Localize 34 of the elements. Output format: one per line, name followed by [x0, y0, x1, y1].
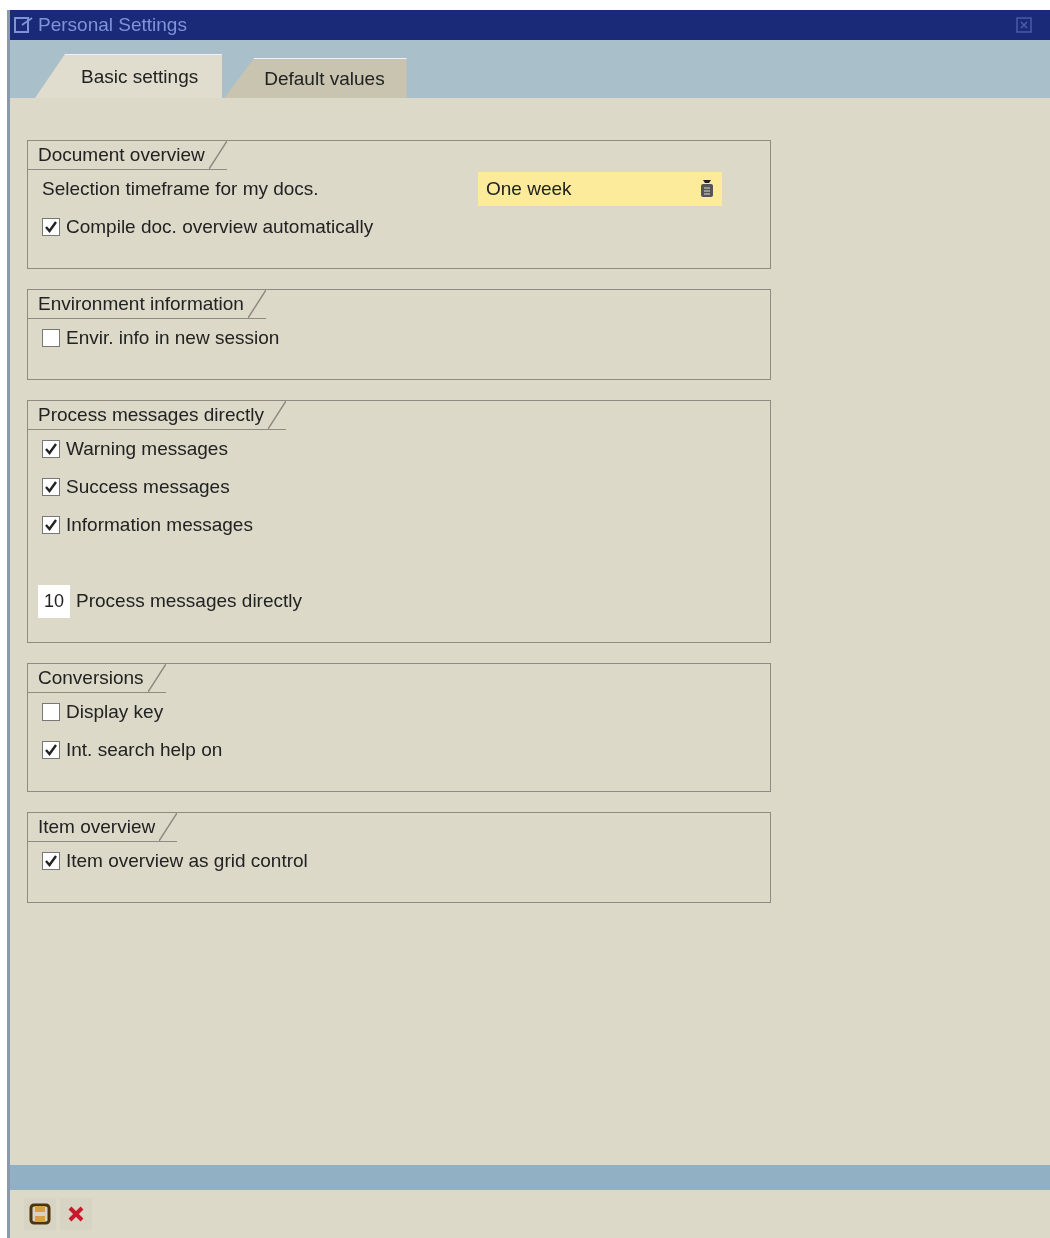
checkbox[interactable]: [42, 741, 60, 759]
checkbox[interactable]: [42, 440, 60, 458]
checkbox[interactable]: [42, 329, 60, 347]
checkbox-label: Display key: [66, 701, 164, 723]
field-label: Selection timeframe for my docs.: [42, 178, 319, 200]
checkbox-label: Warning messages: [66, 438, 228, 460]
checkbox-label: Success messages: [66, 476, 230, 498]
timeframe-dropdown[interactable]: One week: [478, 172, 722, 206]
window-title: Personal Settings: [38, 14, 187, 36]
checkbox-label: Compile doc. overview automatically: [66, 216, 374, 238]
checkbox[interactable]: [42, 218, 60, 236]
tab[interactable]: Default values: [224, 58, 407, 98]
group-title: Environment information: [28, 290, 266, 319]
number-field[interactable]: 10: [38, 584, 71, 618]
list-icon: [700, 180, 714, 198]
save-button[interactable]: [24, 1198, 56, 1230]
checkbox-label: Item overview as grid control: [66, 850, 308, 872]
tab[interactable]: Basic settings: [35, 54, 223, 98]
window-icon: [14, 16, 34, 34]
checkbox[interactable]: [42, 852, 60, 870]
group-title: Conversions: [28, 664, 166, 693]
field-label: Process messages directly: [76, 590, 302, 612]
group-title: Item overview: [28, 813, 178, 842]
checkbox[interactable]: [42, 478, 60, 496]
close-icon: [66, 1204, 86, 1224]
checkbox-label: Envir. info in new session: [66, 327, 280, 349]
group-title: Process messages directly: [28, 401, 286, 430]
checkbox[interactable]: [42, 516, 60, 534]
group-title: Document overview: [28, 141, 227, 170]
floppy-icon: [29, 1203, 51, 1225]
checkbox-label: Information messages: [66, 514, 253, 536]
checkbox-label: Int. search help on: [66, 739, 223, 761]
cancel-button[interactable]: [60, 1198, 92, 1230]
checkbox[interactable]: [42, 703, 60, 721]
